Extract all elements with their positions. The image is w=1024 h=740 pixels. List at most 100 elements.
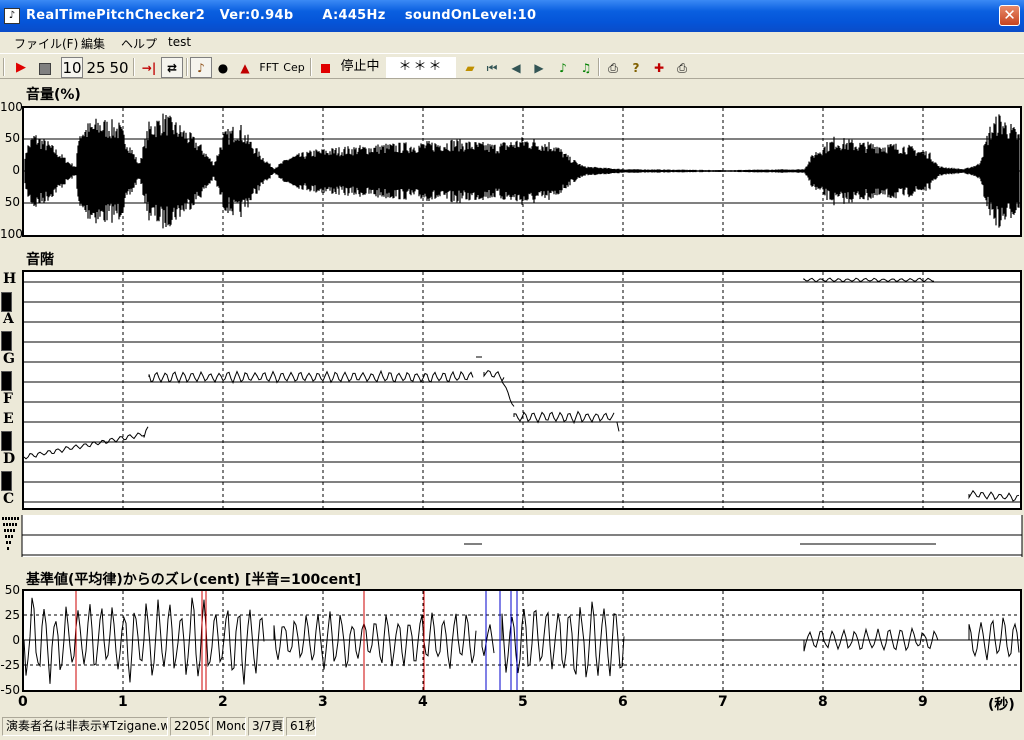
octave-dot <box>7 529 9 532</box>
prev-page-icon[interactable]: ◀ <box>506 57 526 78</box>
player-icon[interactable]: ● <box>213 57 233 78</box>
marker-icon[interactable]: ✚ <box>649 57 669 78</box>
octave-dot <box>5 535 7 538</box>
octave-dot <box>7 547 9 550</box>
volume-ytick-50: 50 <box>4 131 20 145</box>
note-label-h: H <box>3 271 17 287</box>
window-title: RealTimePitchChecker2 Ver:0.94b A:445Hz … <box>26 8 537 23</box>
x-tick-9: 9 <box>918 694 928 710</box>
speed-25-button[interactable]: 25 <box>85 57 107 78</box>
octave-dot <box>12 523 14 526</box>
volume-ytick-100-neg: 100 <box>0 227 23 241</box>
volume-ytick-0: 0 <box>12 163 20 177</box>
deviation-plot[interactable] <box>22 589 1022 692</box>
dev-ytick-50: 50 <box>4 583 20 597</box>
x-tick-5: 5 <box>518 694 528 710</box>
waveform-path <box>24 113 1020 229</box>
volume-title: 音量(%) <box>26 87 81 103</box>
menu-file[interactable]: ファイル(F) <box>14 35 78 52</box>
fft-button[interactable]: FFT <box>258 57 280 78</box>
deviation-curve <box>24 591 1020 690</box>
octave-dot <box>9 541 11 544</box>
deviation-title: 基準値(平均律)からのズレ(cent) [半音=100cent] <box>26 572 362 588</box>
status-rate: 22050 <box>170 717 210 736</box>
black-key <box>1 331 12 351</box>
scale-title: 音階 <box>26 252 54 268</box>
next-page-icon[interactable]: ▶ <box>529 57 549 78</box>
dev-ytick-neg50: -50 <box>0 683 20 697</box>
jump-end-icon[interactable]: →| <box>138 57 160 78</box>
menu-bar: ファイル(F) 編集 ヘルプ test <box>0 32 1024 52</box>
open-folder-icon[interactable]: ▰ <box>460 57 480 78</box>
toolbar: ▶ 10 25 50 →| ⇄ ♪ ● ▲ FFT Cep 停止中 ＊＊＊ ▰ … <box>0 53 1024 79</box>
singer-icon[interactable]: ▲ <box>235 57 255 78</box>
octave-area <box>22 515 1022 557</box>
black-key <box>1 371 12 391</box>
x-tick-4: 4 <box>418 694 428 710</box>
octave-dot <box>5 517 7 520</box>
volume-ytick-50-neg: 50 <box>4 195 20 209</box>
note-label-a: A <box>3 311 14 327</box>
note-icon[interactable]: ♪ <box>553 57 573 78</box>
stop-icon[interactable] <box>34 57 56 78</box>
volume-plot[interactable] <box>22 106 1022 237</box>
speed-10-button[interactable]: 10 <box>61 57 83 78</box>
status-page: 3/7頁 <box>248 717 284 736</box>
x-tick-6: 6 <box>618 694 628 710</box>
octave-dot <box>6 523 8 526</box>
scale-plot[interactable] <box>22 270 1022 510</box>
octave-dot <box>8 535 10 538</box>
help-icon[interactable]: ? <box>626 57 646 78</box>
violin-icon[interactable]: ♪ <box>190 57 212 78</box>
menu-help[interactable]: ヘルプ <box>121 35 157 52</box>
octave-dot <box>2 517 4 520</box>
pitch-path <box>24 277 1020 502</box>
note-label-f: F <box>3 391 13 407</box>
octave-markers <box>2 515 1023 557</box>
note-label-c: C <box>3 491 15 507</box>
octave-strip <box>0 515 1024 557</box>
note-label-d: D <box>3 451 16 467</box>
status-label: 停止中 <box>340 59 380 74</box>
black-key <box>1 471 12 491</box>
octave-dot <box>17 517 19 520</box>
octave-dot <box>14 517 16 520</box>
speed-50-button[interactable]: 50 <box>108 57 130 78</box>
print-icon[interactable]: ⎙ <box>603 57 623 78</box>
dev-ytick-25: 25 <box>4 608 20 622</box>
menu-test[interactable]: test <box>168 35 191 49</box>
black-key <box>1 292 12 312</box>
octave-dot <box>3 523 5 526</box>
octave-dot <box>4 529 6 532</box>
status-duration: 61秒 <box>286 717 316 736</box>
title-bar[interactable]: ♪ RealTimePitchChecker2 Ver:0.94b A:445H… <box>0 0 1024 32</box>
app-icon: ♪ <box>4 8 20 24</box>
loop-icon[interactable]: ⇄ <box>161 57 183 78</box>
note2-icon[interactable]: ♫ <box>576 57 596 78</box>
octave-dot <box>9 523 11 526</box>
play-icon[interactable]: ▶ <box>10 57 32 78</box>
octave-dot <box>13 529 15 532</box>
octave-dot <box>15 523 17 526</box>
octave-dot <box>11 535 13 538</box>
volume-waveform <box>24 108 1020 235</box>
octave-dot <box>11 517 13 520</box>
first-page-icon[interactable]: ⏮ <box>482 57 502 78</box>
status-bar: 演奏者名は非表示¥Tzigane.wav 22050 Mono 3/7頁 61秒 <box>0 714 1024 740</box>
menu-edit[interactable]: 編集 <box>81 35 105 52</box>
printer-icon[interactable]: ⎙ <box>672 57 692 78</box>
status-file: 演奏者名は非表示¥Tzigane.wav <box>2 717 168 736</box>
octave-dot <box>8 517 10 520</box>
x-tick-0: 0 <box>18 694 28 710</box>
close-button[interactable]: ✕ <box>999 5 1020 26</box>
pitch-curve <box>24 272 1020 508</box>
octave-dot <box>10 529 12 532</box>
note-label-e: E <box>3 411 14 427</box>
dev-ytick-neg25: -25 <box>0 658 20 672</box>
deviation-path <box>24 597 1020 685</box>
cep-button[interactable]: Cep <box>282 57 306 78</box>
x-axis-unit: (秒) <box>988 697 1015 713</box>
dev-ytick-0: 0 <box>12 633 20 647</box>
record-icon[interactable] <box>317 57 333 78</box>
note-label-g: G <box>3 351 15 367</box>
